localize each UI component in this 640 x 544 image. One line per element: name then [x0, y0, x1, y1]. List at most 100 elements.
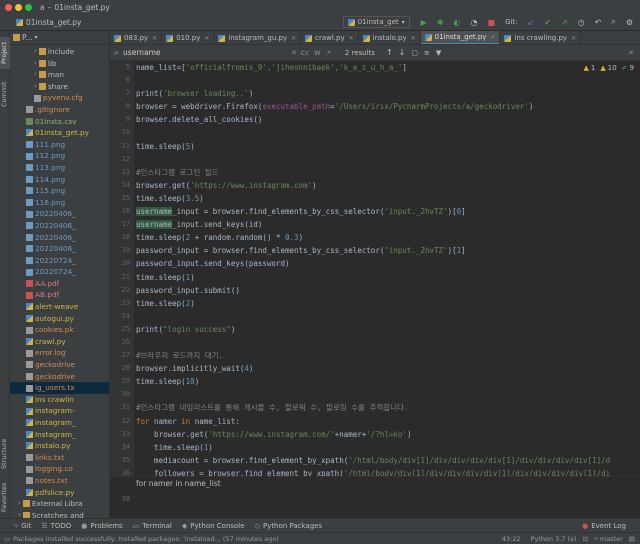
select-all-occurrences-icon[interactable]: ≡ — [424, 49, 430, 57]
close-icon[interactable]: ✕ — [291, 49, 297, 57]
project-tree-item[interactable]: pyvenv.cfg — [10, 92, 109, 104]
window-max-dot[interactable] — [25, 3, 32, 11]
project-tree-item[interactable]: geckodrive — [10, 371, 109, 383]
editor-tab[interactable]: crawl.py ✕ — [301, 31, 359, 44]
bottom-tool-python-packages[interactable]: ◇ Python Packages — [255, 522, 323, 530]
filter-icon[interactable]: ▼ — [436, 49, 441, 57]
project-tree-item[interactable]: AA.pdf — [10, 278, 109, 290]
profile-icon[interactable]: ◔ — [468, 16, 481, 28]
project-tree-item[interactable]: notes.txt — [10, 475, 109, 487]
project-tree-item[interactable]: 20220406_ — [10, 232, 109, 244]
search-icon[interactable]: ⌕ — [114, 48, 119, 58]
project-tool-tab[interactable]: Project — [0, 37, 10, 69]
project-tree-item[interactable]: › share — [10, 81, 109, 93]
editor-tab[interactable]: 01insta_get.py ✕ — [420, 31, 501, 44]
run-config-selector[interactable]: 01insta_get ▾ — [342, 16, 410, 28]
prev-occurrence-icon[interactable]: ↑ — [386, 48, 393, 57]
add-occurrence-icon[interactable]: ▢ — [411, 49, 418, 57]
project-tree-item[interactable]: › External Libra — [10, 498, 109, 510]
close-tab-icon[interactable]: ✕ — [490, 34, 495, 41]
editor-tab[interactable]: 083.py ✕ — [110, 31, 163, 44]
project-tree-item[interactable]: 01insta_get.py — [10, 127, 109, 139]
run-icon[interactable]: ▶ — [418, 16, 430, 28]
close-tab-icon[interactable]: ✕ — [291, 35, 296, 42]
git-update-icon[interactable]: ↙ — [525, 16, 538, 28]
project-tree-item[interactable]: 111.png — [10, 139, 109, 151]
bottom-tool-todo[interactable]: ☰ TODO — [41, 522, 71, 530]
project-tree-item[interactable]: › man — [10, 69, 109, 81]
lock-icon[interactable]: ⊡ — [583, 535, 588, 543]
project-tree-item[interactable]: 20220406_ — [10, 220, 109, 232]
chevron-right-icon[interactable]: › — [18, 510, 21, 518]
caret-position[interactable]: 43:22 — [502, 535, 521, 543]
window-min-dot[interactable] — [15, 3, 22, 11]
project-tree-item[interactable]: 116.png — [10, 197, 109, 209]
stop-icon[interactable]: ■ — [485, 16, 499, 28]
search-everywhere-icon[interactable]: ⌕ — [608, 16, 618, 28]
project-tree-item[interactable]: pdfslice.py — [10, 487, 109, 499]
coverage-icon[interactable]: ◐ — [451, 16, 464, 28]
chevron-right-icon[interactable]: › — [34, 46, 37, 58]
project-tree-item[interactable]: 20220724_ — [10, 266, 109, 278]
project-tree-item[interactable]: AB.pdf — [10, 289, 109, 301]
project-tree-item[interactable]: instagram_ — [10, 417, 109, 429]
project-tree-item[interactable]: autogui.py — [10, 313, 109, 325]
status-message[interactable]: Packages installed successfully: Install… — [13, 535, 279, 543]
match-case-toggle[interactable]: Cc — [301, 49, 309, 57]
whole-words-toggle[interactable]: W — [314, 49, 320, 57]
interpreter-selector[interactable]: Python 3.7 (a) — [531, 535, 577, 543]
project-tree-item[interactable]: › include — [10, 46, 109, 58]
project-tree-item[interactable]: cookies.pk — [10, 324, 109, 336]
project-tree-item[interactable]: › Scratches and — [10, 510, 109, 518]
chevron-right-icon[interactable]: › — [34, 58, 37, 70]
favorites-tool-tab[interactable]: Favorites — [0, 479, 10, 515]
commit-tool-tab[interactable]: Commit — [0, 79, 10, 109]
project-tree-item[interactable]: 113.png — [10, 162, 109, 174]
editor-tab[interactable]: instalo.py ✕ — [359, 31, 421, 44]
project-tree-item[interactable]: 114.png — [10, 174, 109, 186]
inspection-widget[interactable]: ▲ 1 ▲ 10 ✔ 9 — [583, 64, 634, 72]
chevron-down-icon[interactable]: ▾ — [35, 34, 38, 41]
project-tree-item[interactable]: logging.co — [10, 463, 109, 475]
code-editor[interactable]: name_list=['officialfromis_9','jiheonnib… — [134, 61, 640, 476]
close-tab-icon[interactable]: ✕ — [411, 35, 416, 42]
settings-icon[interactable]: ⚙ — [623, 16, 636, 28]
search-input[interactable]: username — [123, 48, 291, 57]
project-tree-item[interactable]: geckodrive — [10, 359, 109, 371]
nav-breadcrumb-file[interactable]: 01insta_get.py — [26, 18, 81, 27]
git-commit-icon[interactable]: ✔ — [541, 16, 554, 28]
next-occurrence-icon[interactable]: ↓ — [399, 48, 406, 57]
project-tree-item[interactable]: ig_users.tx — [10, 382, 109, 394]
project-tree-item[interactable]: instagram- — [10, 405, 109, 417]
project-tree-item[interactable]: Instagram_ — [10, 429, 109, 441]
rollback-icon[interactable]: ↶ — [592, 16, 605, 28]
bottom-tool-problems[interactable]: ● Problems — [81, 522, 122, 530]
structure-tool-tab[interactable]: Structure — [0, 435, 10, 473]
debug-icon[interactable]: ✱ — [434, 16, 447, 28]
regex-toggle[interactable]: .* — [325, 49, 330, 57]
project-tree-item[interactable]: 112.png — [10, 150, 109, 162]
close-tab-icon[interactable]: ✕ — [152, 35, 157, 42]
project-tree-item[interactable]: 20220406_ — [10, 243, 109, 255]
editor-tab[interactable]: ins crawling.py ✕ — [500, 31, 582, 44]
bottom-tool-terminal[interactable]: ▭ Terminal — [133, 522, 172, 530]
code-breadcrumb[interactable]: for namer in name_list — [110, 476, 640, 490]
project-tree-item[interactable]: alert-weave — [10, 301, 109, 313]
memory-indicator-icon[interactable]: ▤ — [629, 535, 635, 543]
chevron-right-icon[interactable]: › — [34, 81, 37, 93]
project-tree-item[interactable]: 115.png — [10, 185, 109, 197]
project-tree-item[interactable]: .gitignore — [10, 104, 109, 116]
editor-tab[interactable]: instagram_gu.py ✕ — [214, 31, 302, 44]
chevron-right-icon[interactable]: › — [18, 498, 21, 510]
project-tree-item[interactable]: 20220406_ — [10, 208, 109, 220]
bottom-tool-python-console[interactable]: ◆ Python Console — [182, 522, 245, 530]
close-tab-icon[interactable]: ✕ — [349, 35, 354, 42]
project-tree-item[interactable]: instalo.py — [10, 440, 109, 452]
project-panel-title[interactable]: P... — [22, 33, 33, 42]
history-icon[interactable]: ◷ — [575, 16, 588, 28]
project-tree-item[interactable]: ins crawlin — [10, 394, 109, 406]
project-tree-item[interactable]: crawl.py — [10, 336, 109, 348]
project-tree-item[interactable]: error.log — [10, 347, 109, 359]
project-tree-item[interactable]: › lib — [10, 58, 109, 70]
git-branch-selector[interactable]: master — [600, 535, 623, 543]
